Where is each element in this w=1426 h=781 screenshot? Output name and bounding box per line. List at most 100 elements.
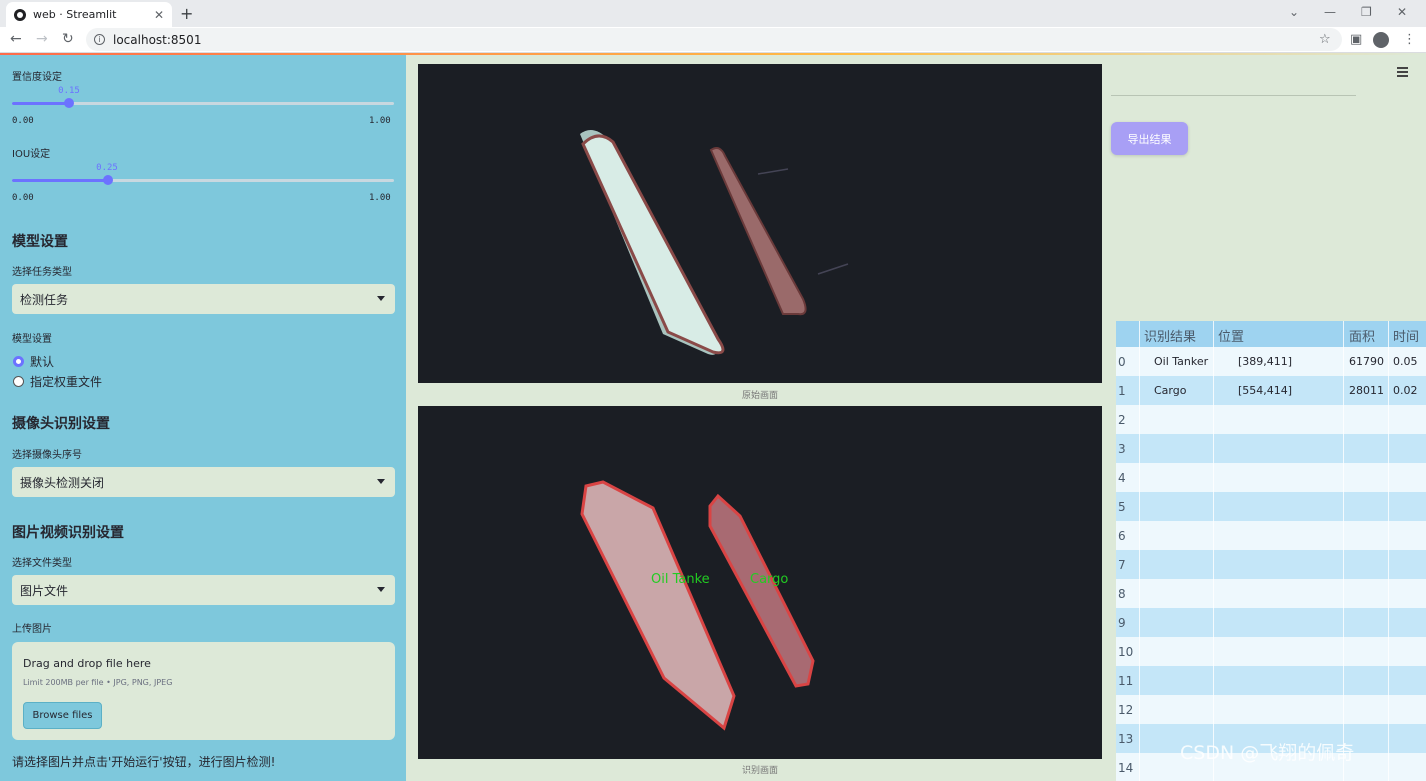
chevron-down-icon [377, 479, 385, 484]
conf-slider-value: 0.15 [58, 86, 80, 96]
table-cell: 7 [1116, 550, 1140, 579]
table-cell: 0.02 [1393, 384, 1418, 397]
table-cell: Oil Tanker [1140, 347, 1214, 376]
conf-slider-thumb[interactable] [64, 98, 75, 108]
table-cell [1140, 405, 1214, 434]
table-cell [1140, 579, 1214, 608]
iou-slider[interactable] [12, 175, 394, 185]
table-cell [1389, 637, 1426, 666]
table-cell [1214, 666, 1344, 695]
table-cell: 5 [1116, 492, 1140, 521]
results-table[interactable]: 识别结果 位置 面积 时间 0 Oil Tanker [389,411] 61790 0.05 1… [1116, 321, 1426, 781]
chevron-down-icon [377, 587, 385, 592]
table-cell: [554,414] [1214, 376, 1344, 405]
reload-icon[interactable]: ↻ [62, 31, 74, 47]
table-header: 识别结果 位置 面积 时间 [1116, 321, 1426, 350]
model-radio-custom[interactable]: 指定权重文件 [13, 373, 102, 390]
table-row: 6 [1116, 521, 1426, 550]
table-header-cell: 识别结果 [1140, 321, 1214, 350]
browser-toolbar: ← → ↻ i localhost:8501 ☆ ▣ ⋮ [0, 27, 1426, 53]
table-cell: 6 [1116, 521, 1140, 550]
table-cell [1344, 695, 1389, 724]
table-row: 7 [1116, 550, 1426, 579]
uploader-limit: Limit 200MB per file • JPG, PNG, JPEG [23, 678, 173, 687]
minimize-icon[interactable]: — [1324, 5, 1336, 19]
file-type-value: 图片文件 [20, 583, 69, 598]
back-icon[interactable]: ← [10, 31, 22, 47]
conf-slider[interactable] [12, 98, 394, 108]
table-cell [1140, 608, 1214, 637]
export-results-button[interactable]: 导出结果 [1111, 122, 1188, 155]
table-row: 12 [1116, 695, 1426, 724]
forward-icon[interactable]: → [36, 31, 48, 47]
table-cell [1344, 521, 1389, 550]
table-cell [1214, 695, 1344, 724]
file-uploader-dropzone[interactable]: Drag and drop file here Limit 200MB per … [12, 642, 395, 740]
file-type-select[interactable]: 图片文件 [12, 575, 395, 605]
task-type-label: 选择任务类型 [12, 267, 72, 278]
table-row: 11 [1116, 666, 1426, 695]
result-ships-svg: Oil Tanke Cargo [418, 406, 1102, 759]
profile-avatar-icon[interactable] [1373, 32, 1389, 48]
table-cell [1140, 666, 1214, 695]
table-cell [1140, 492, 1214, 521]
site-info-icon[interactable]: i [94, 34, 105, 45]
table-cell [1344, 405, 1389, 434]
window-close-icon[interactable]: ✕ [1397, 5, 1407, 19]
table-cell [1389, 434, 1426, 463]
browser-menu-icon[interactable]: ⋮ [1403, 32, 1416, 47]
table-cell [1214, 637, 1344, 666]
table-cell [1140, 434, 1214, 463]
table-cell: Cargo [1140, 376, 1214, 405]
camera-index-label: 选择摄像头序号 [12, 450, 82, 461]
table-cell: 2 [1116, 405, 1140, 434]
main-menu-icon[interactable] [1397, 67, 1408, 79]
table-row: 0 Oil Tanker [389,411] 61790 0.05 [1116, 347, 1426, 376]
conf-slider-label: 置信度设定 [12, 72, 62, 83]
bookmark-star-icon[interactable]: ☆ [1319, 32, 1331, 47]
watermark: CSDN @飞翔的佩奇 [1180, 742, 1355, 764]
radio-selected-icon [13, 356, 24, 367]
table-row: 4 [1116, 463, 1426, 492]
close-tab-icon[interactable]: ✕ [154, 8, 164, 22]
table-cell [1344, 666, 1389, 695]
streamlit-favicon-icon [14, 8, 26, 21]
table-cell [1214, 405, 1344, 434]
table-header-cell: 位置 [1214, 321, 1344, 350]
iou-slider-value: 0.25 [96, 163, 118, 173]
original-ships-svg [418, 64, 1102, 383]
camera-index-select[interactable]: 摄像头检测关闭 [12, 467, 395, 497]
table-cell [1344, 637, 1389, 666]
table-cell [1389, 550, 1426, 579]
table-cell: 4 [1116, 463, 1140, 492]
tab-title: web · Streamlit [33, 8, 117, 21]
url-text: localhost:8501 [113, 32, 202, 47]
table-cell [1389, 579, 1426, 608]
table-cell [1389, 492, 1426, 521]
new-tab-icon[interactable]: + [180, 4, 193, 23]
table-cell: 0 [1116, 347, 1140, 376]
conf-slider-max: 1.00 [369, 116, 391, 126]
upload-label: 上传图片 [12, 624, 52, 635]
iou-slider-thumb[interactable] [102, 175, 113, 185]
table-cell [1140, 695, 1214, 724]
task-type-select[interactable]: 检测任务 [12, 284, 395, 314]
address-bar[interactable]: i localhost:8501 [86, 28, 1342, 51]
table-cell: 10 [1116, 637, 1140, 666]
table-cell [1344, 579, 1389, 608]
model-setting-label: 模型设置 [12, 334, 52, 345]
uploader-title: Drag and drop file here [23, 657, 151, 670]
table-header-cell [1116, 321, 1140, 350]
model-radio-default[interactable]: 默认 [13, 353, 54, 370]
table-row: 1 Cargo [554,414] 28011 0.02 [1116, 376, 1426, 405]
restore-icon[interactable]: ❐ [1361, 5, 1372, 19]
tab-search-icon[interactable]: ⌄ [1289, 5, 1299, 19]
browser-tabstrip: web · Streamlit ✕ + ⌄ — ❐ ✕ [0, 0, 1426, 27]
sidepanel-icon[interactable]: ▣ [1350, 32, 1362, 47]
browse-files-button[interactable]: Browse files [23, 702, 102, 729]
browser-tab[interactable]: web · Streamlit ✕ [6, 2, 172, 27]
conf-slider-min: 0.00 [12, 116, 34, 126]
table-cell [1214, 608, 1344, 637]
table-cell [1389, 405, 1426, 434]
table-cell [1344, 608, 1389, 637]
